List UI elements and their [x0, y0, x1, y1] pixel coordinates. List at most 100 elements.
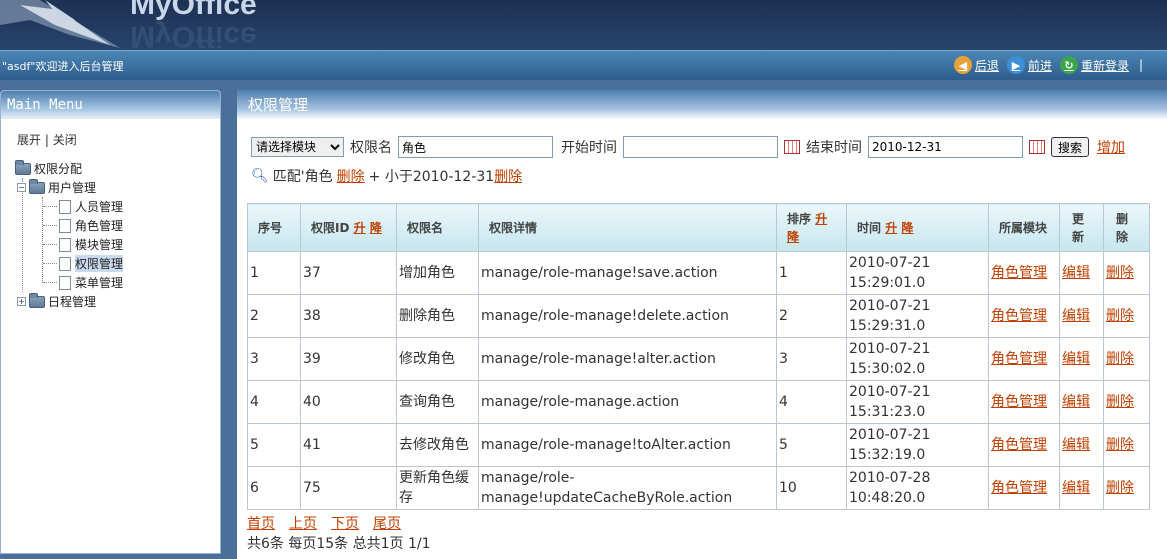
cell-perm-id: 38 — [303, 308, 321, 324]
collapse-all-link[interactable]: 关闭 — [53, 133, 77, 147]
tree-node-people[interactable]: 人员管理 — [15, 197, 220, 216]
edit-link[interactable]: 编辑 — [1062, 480, 1090, 496]
edit-link[interactable]: 编辑 — [1062, 351, 1090, 367]
tree-branch — [43, 244, 57, 245]
col-header-delete: 删除 — [1103, 203, 1150, 252]
module-link[interactable]: 角色管理 — [991, 351, 1047, 367]
sort-asc-link[interactable]: 升 — [885, 221, 897, 235]
magnifier-icon: 🔍︎ — [251, 168, 269, 184]
edit-link[interactable]: 编辑 — [1062, 437, 1090, 453]
delete-link[interactable]: 删除 — [1106, 265, 1134, 281]
tree-node-users[interactable]: − 用户管理 — [15, 178, 220, 197]
sort-desc-link[interactable]: 降 — [787, 230, 799, 244]
tree-node-label: 人员管理 — [75, 200, 124, 214]
cell-perm-id: 75 — [303, 480, 321, 496]
table-cell: 编辑 — [1059, 251, 1104, 295]
first-page-link[interactable]: 首页 — [247, 513, 275, 533]
back-button[interactable]: ◀ 后退 — [953, 56, 999, 74]
relogin-icon: ↻ — [1059, 56, 1078, 74]
delete-link[interactable]: 删除 — [1106, 437, 1134, 453]
sort-asc-link[interactable]: 升 — [354, 221, 366, 235]
edit-link[interactable]: 编辑 — [1062, 394, 1090, 410]
cell-perm-detail: manage/role-manage!alter.action — [481, 351, 716, 367]
module-select[interactable]: 请选择模块 — [251, 137, 344, 157]
folder-icon — [15, 159, 31, 175]
expand-all-link[interactable]: 展开 — [17, 133, 41, 147]
cell-seq: 5 — [250, 437, 259, 453]
cell-time: 15:29:31.0 — [849, 318, 926, 334]
prev-page-link[interactable]: 上页 — [289, 513, 317, 533]
tree-node-root[interactable]: 权限分配 — [15, 159, 220, 178]
tree-node-permissions[interactable]: 权限管理 — [15, 254, 220, 273]
cell-date: 2010-07-21 — [849, 427, 931, 443]
cell-seq: 3 — [250, 351, 259, 367]
page-icon — [59, 218, 71, 233]
forward-arrow-icon: ▶ — [1006, 56, 1025, 74]
delete-link[interactable]: 删除 — [1106, 351, 1134, 367]
tree-node-schedule[interactable]: + 日程管理 — [15, 292, 220, 311]
forward-button[interactable]: ▶ 前进 — [1006, 56, 1052, 74]
calendar-icon[interactable] — [1029, 140, 1045, 154]
sort-desc-link[interactable]: 降 — [370, 221, 382, 235]
relogin-button[interactable]: ↻ 重新登录 — [1059, 56, 1129, 74]
calendar-icon[interactable] — [784, 140, 800, 154]
sort-desc-link[interactable]: 降 — [901, 221, 913, 235]
cell-perm-id: 39 — [303, 351, 321, 367]
cell-time: 15:29:01.0 — [849, 275, 926, 291]
col-header-perm-detail: 权限详情 — [478, 203, 777, 252]
expand-toggle-icon[interactable]: + — [17, 297, 26, 306]
col-header-sort: 排序 升 降 — [776, 203, 847, 252]
pagination-summary: 共6条 每页15条 总共1页 1/1 — [247, 536, 431, 552]
table-cell: 编辑 — [1059, 423, 1104, 467]
delete-link[interactable]: 删除 — [1106, 308, 1134, 324]
tree-branch — [43, 282, 57, 283]
edit-link[interactable]: 编辑 — [1062, 265, 1090, 281]
module-link[interactable]: 角色管理 — [991, 265, 1047, 281]
search-button[interactable]: 搜索 — [1051, 137, 1090, 157]
table-row: 2 38 删除角色 manage/role-manage!delete.action 2… — [247, 294, 1150, 338]
table-cell: 删除 — [1103, 251, 1150, 295]
table-cell: 删除角色 — [396, 294, 479, 338]
col-header-perm-name: 权限名 — [396, 203, 479, 252]
app-header: MyOffice MyOffice — [0, 0, 1167, 50]
module-link[interactable]: 角色管理 — [991, 308, 1047, 324]
remove-match-condition-link[interactable]: 删除 — [337, 166, 365, 186]
collapse-toggle-icon[interactable]: − — [17, 183, 26, 192]
table-cell: 编辑 — [1059, 294, 1104, 338]
date-condition-text: + 小于2010-12-31 — [368, 169, 495, 185]
cell-time: 10:48:20.0 — [849, 490, 926, 506]
module-link[interactable]: 角色管理 — [991, 480, 1047, 496]
table-cell: 41 — [300, 423, 397, 467]
table-cell: 角色管理 — [988, 380, 1060, 424]
module-link[interactable]: 角色管理 — [991, 437, 1047, 453]
perm-name-input[interactable] — [398, 136, 553, 158]
add-link[interactable]: 增加 — [1097, 137, 1125, 157]
table-cell: 2010-07-21 15:29:01.0 — [846, 251, 989, 295]
cell-perm-name: 增加角色 — [399, 265, 455, 281]
tree-node-menus[interactable]: 菜单管理 — [15, 273, 220, 292]
last-page-link[interactable]: 尾页 — [373, 513, 401, 533]
tree-node-roles[interactable]: 角色管理 — [15, 216, 220, 235]
table-cell: 删除 — [1103, 423, 1150, 467]
delete-link[interactable]: 删除 — [1106, 480, 1134, 496]
end-time-input[interactable] — [868, 136, 1023, 158]
cell-time: 15:31:23.0 — [849, 404, 926, 420]
table-header-row: 序号 权限ID 升 降 权限名 权限详情 排序 升 降 时间 升 降 所属模块 … — [247, 203, 1150, 252]
cell-seq: 2 — [250, 308, 259, 324]
nav-actions: ◀ 后退 ▶ 前进 ↻ 重新登录 | — [953, 56, 1143, 74]
main-panel: 权限管理 请选择模块 权限名 开始时间 结束时间 搜索 增加 🔍︎ 匹配'角色 … — [237, 90, 1167, 559]
table-cell: 1 — [247, 251, 301, 295]
col-header-update: 更新 — [1059, 203, 1104, 252]
sort-asc-link[interactable]: 升 — [815, 212, 827, 226]
remove-date-condition-link[interactable]: 删除 — [494, 166, 522, 186]
brand-logo-reflection: MyOffice — [130, 20, 257, 50]
delete-link[interactable]: 删除 — [1106, 394, 1134, 410]
pagination: 首页 上页 下页 尾页 — [247, 513, 401, 533]
next-page-link[interactable]: 下页 — [331, 513, 359, 533]
page-icon — [59, 199, 71, 214]
module-link[interactable]: 角色管理 — [991, 394, 1047, 410]
edit-link[interactable]: 编辑 — [1062, 308, 1090, 324]
start-time-input[interactable] — [623, 136, 778, 158]
cell-date: 2010-07-21 — [849, 384, 931, 400]
tree-node-modules[interactable]: 模块管理 — [15, 235, 220, 254]
